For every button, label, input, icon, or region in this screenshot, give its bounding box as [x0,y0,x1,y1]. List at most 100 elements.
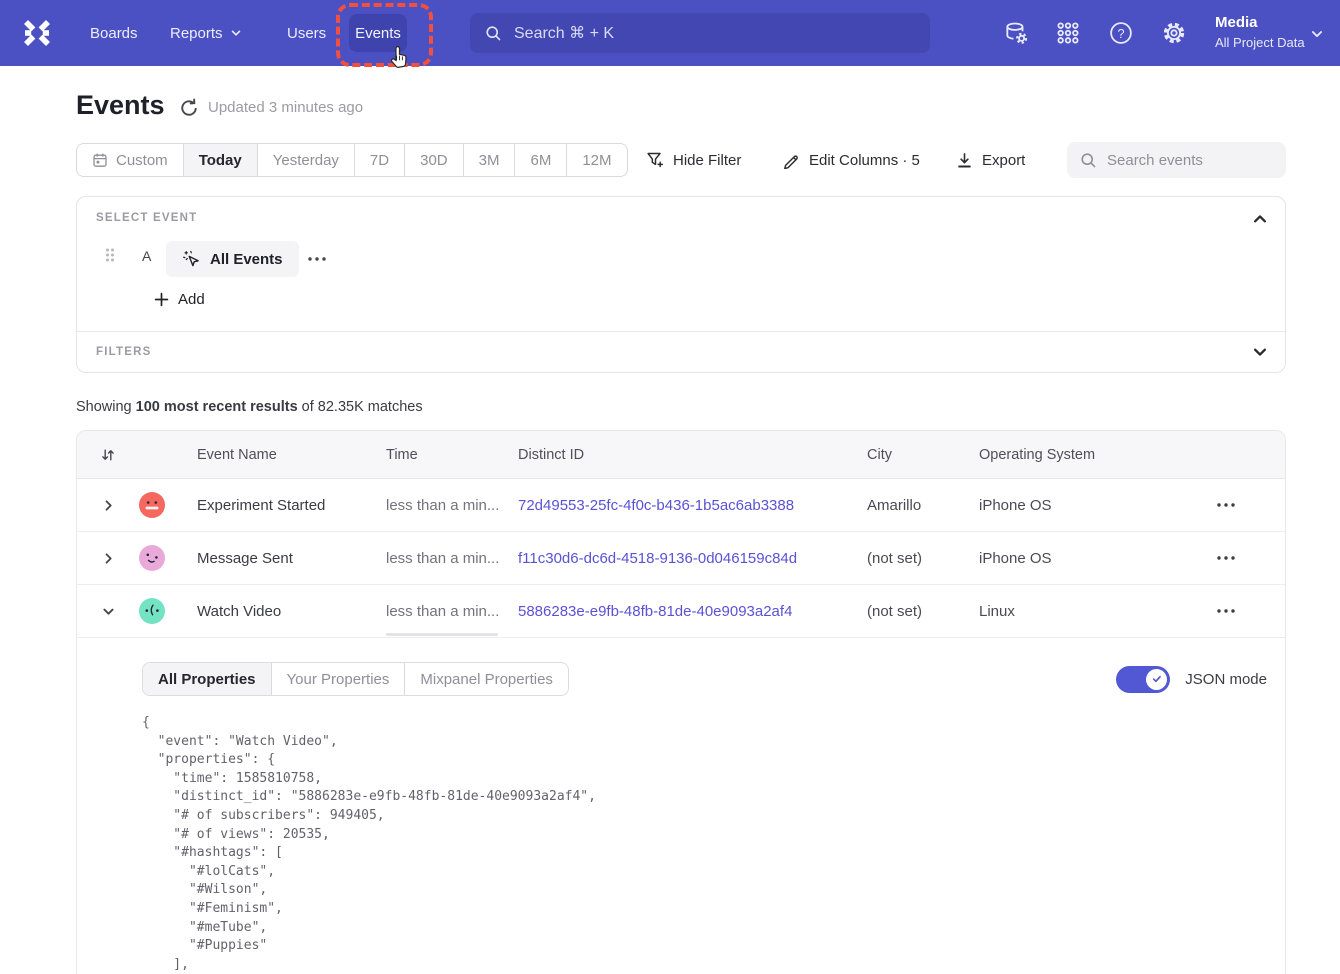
event-os: iPhone OS [979,497,1167,514]
row-more-icon[interactable] [1213,548,1239,568]
results-summary: Showing 100 most recent results of 82.35… [76,399,423,415]
expand-filters-chevron-down-icon[interactable] [1251,343,1269,361]
row-more-icon[interactable] [1213,495,1239,515]
json-mode-toggle[interactable] [1116,666,1170,693]
page-title: Events [76,90,165,121]
row-more-icon[interactable] [1213,601,1239,621]
nav-item-boards[interactable]: Boards [90,0,138,66]
last-updated-text: Updated 3 minutes ago [208,99,363,116]
global-search-input[interactable]: Search ⌘ + K [470,13,930,53]
date-option-7d[interactable]: 7D [354,144,404,176]
table-row[interactable]: Experiment Started less than a min... 72… [77,479,1285,532]
event-time: less than a min... [386,497,518,514]
column-header-os[interactable]: Operating System [979,447,1167,463]
results-count: 100 most recent results [136,399,298,415]
collapse-section-chevron-up-icon[interactable] [1251,210,1269,228]
check-icon [1151,673,1163,685]
pencil-icon [782,151,800,169]
collapse-row-chevron-down-icon[interactable] [98,601,118,621]
help-icon[interactable]: ? [1109,21,1133,45]
table-row-expanded[interactable]: Watch Video less than a min... 5886283e-… [77,585,1285,638]
expand-row-chevron-right-icon[interactable] [98,548,118,568]
column-header-distinct-id[interactable]: Distinct ID [518,447,867,463]
json-mode-control: JSON mode [1116,662,1267,696]
sort-icon[interactable] [98,445,118,465]
properties-tabs: All Properties Your Properties Mixpanel … [142,662,569,696]
event-avatar [139,545,165,571]
distinct-id-link[interactable]: 72d49553-25fc-4f0c-b436-1b5ac6ab3388 [518,497,867,514]
export-label: Export [982,152,1025,169]
date-option-yesterday[interactable]: Yesterday [257,144,354,176]
toggle-knob [1146,669,1167,690]
filters-label: FILTERS [96,346,151,358]
distinct-id-link[interactable]: 5886283e-e9fb-48fb-81de-40e9093a2af4 [518,603,867,620]
global-search-placeholder: Search ⌘ + K [514,23,614,43]
drag-handle-icon[interactable] [104,246,116,264]
event-city: (not set) [867,603,979,620]
project-switcher[interactable]: Media All Project Data [1215,13,1305,52]
column-scroll-hint [386,633,498,636]
json-mode-label: JSON mode [1185,671,1267,688]
add-event-button[interactable]: Add [154,291,205,308]
project-chevron-down-icon[interactable] [1310,27,1324,41]
column-header-event-name[interactable]: Event Name [197,447,386,463]
data-management-icon[interactable] [1004,21,1028,45]
event-avatar [139,492,165,518]
edit-columns-button[interactable]: Edit Columns · 5 [782,143,920,177]
date-range-control: Custom Today Yesterday 7D 30D 3M 6M 12M [76,143,628,177]
event-time: less than a min... [386,550,518,567]
date-option-label: Custom [116,152,168,169]
refresh-icon[interactable] [179,98,199,118]
tab-all-properties[interactable]: All Properties [143,663,271,695]
search-events-placeholder: Search events [1107,152,1203,169]
all-events-selector[interactable]: All Events [166,241,299,277]
event-city: Amarillo [867,497,979,514]
mixpanel-logo[interactable] [20,16,54,50]
event-avatar [139,598,165,624]
top-nav: Boards Reports Users Events Search ⌘ + K [0,0,1340,66]
mixpanel-logo-icon [22,18,52,48]
date-option-12m[interactable]: 12M [566,144,626,176]
select-event-label: SELECT EVENT [96,212,197,224]
date-option-6m[interactable]: 6M [514,144,566,176]
tab-your-properties[interactable]: Your Properties [271,663,405,695]
calendar-icon [92,152,108,168]
edit-columns-label: Edit Columns · 5 [809,152,920,169]
hide-filter-label: Hide Filter [673,152,741,169]
date-option-30d[interactable]: 30D [404,144,463,176]
nav-item-reports[interactable]: Reports [170,0,242,66]
nav-item-events-active[interactable]: Events [349,14,407,52]
plus-icon [154,292,169,307]
date-option-today[interactable]: Today [183,144,257,176]
project-name: Media [1215,13,1305,33]
apps-grid-icon[interactable] [1056,21,1080,45]
table-row[interactable]: Message Sent less than a min... f11c30d6… [77,532,1285,585]
column-header-city[interactable]: City [867,447,979,463]
event-json-payload: { "event": "Watch Video", "properties": … [142,714,596,974]
nav-item-users[interactable]: Users [287,0,326,66]
date-option-custom[interactable]: Custom [77,144,183,176]
distinct-id-link[interactable]: f11c30d6-dc6d-4518-9136-0d046159c84d [518,550,867,567]
export-button[interactable]: Export [956,143,1025,177]
svg-text:?: ? [1117,27,1124,41]
mixpanel-events-page: Boards Reports Users Events Search ⌘ + K [0,0,1340,974]
event-row-more-icon[interactable] [307,249,331,269]
event-detail-panel: All Properties Your Properties Mixpanel … [77,638,1285,974]
event-name: Watch Video [197,603,386,620]
event-os: Linux [979,603,1167,620]
settings-gear-icon[interactable] [1162,21,1186,45]
all-events-label: All Events [210,251,283,268]
expand-row-chevron-right-icon[interactable] [98,495,118,515]
tab-mixpanel-properties[interactable]: Mixpanel Properties [404,663,568,695]
event-name: Experiment Started [197,497,386,514]
event-row-letter: A [142,248,151,264]
column-header-time[interactable]: Time [386,447,518,463]
hide-filter-button[interactable]: Hide Filter [646,143,741,177]
chevron-down-icon [230,27,242,39]
download-icon [956,152,973,169]
search-icon [485,25,502,42]
event-time: less than a min... [386,603,518,620]
date-option-3m[interactable]: 3M [463,144,515,176]
table-header-row: Event Name Time Distinct ID City Operati… [77,431,1285,479]
search-events-input[interactable]: Search events [1067,142,1286,178]
